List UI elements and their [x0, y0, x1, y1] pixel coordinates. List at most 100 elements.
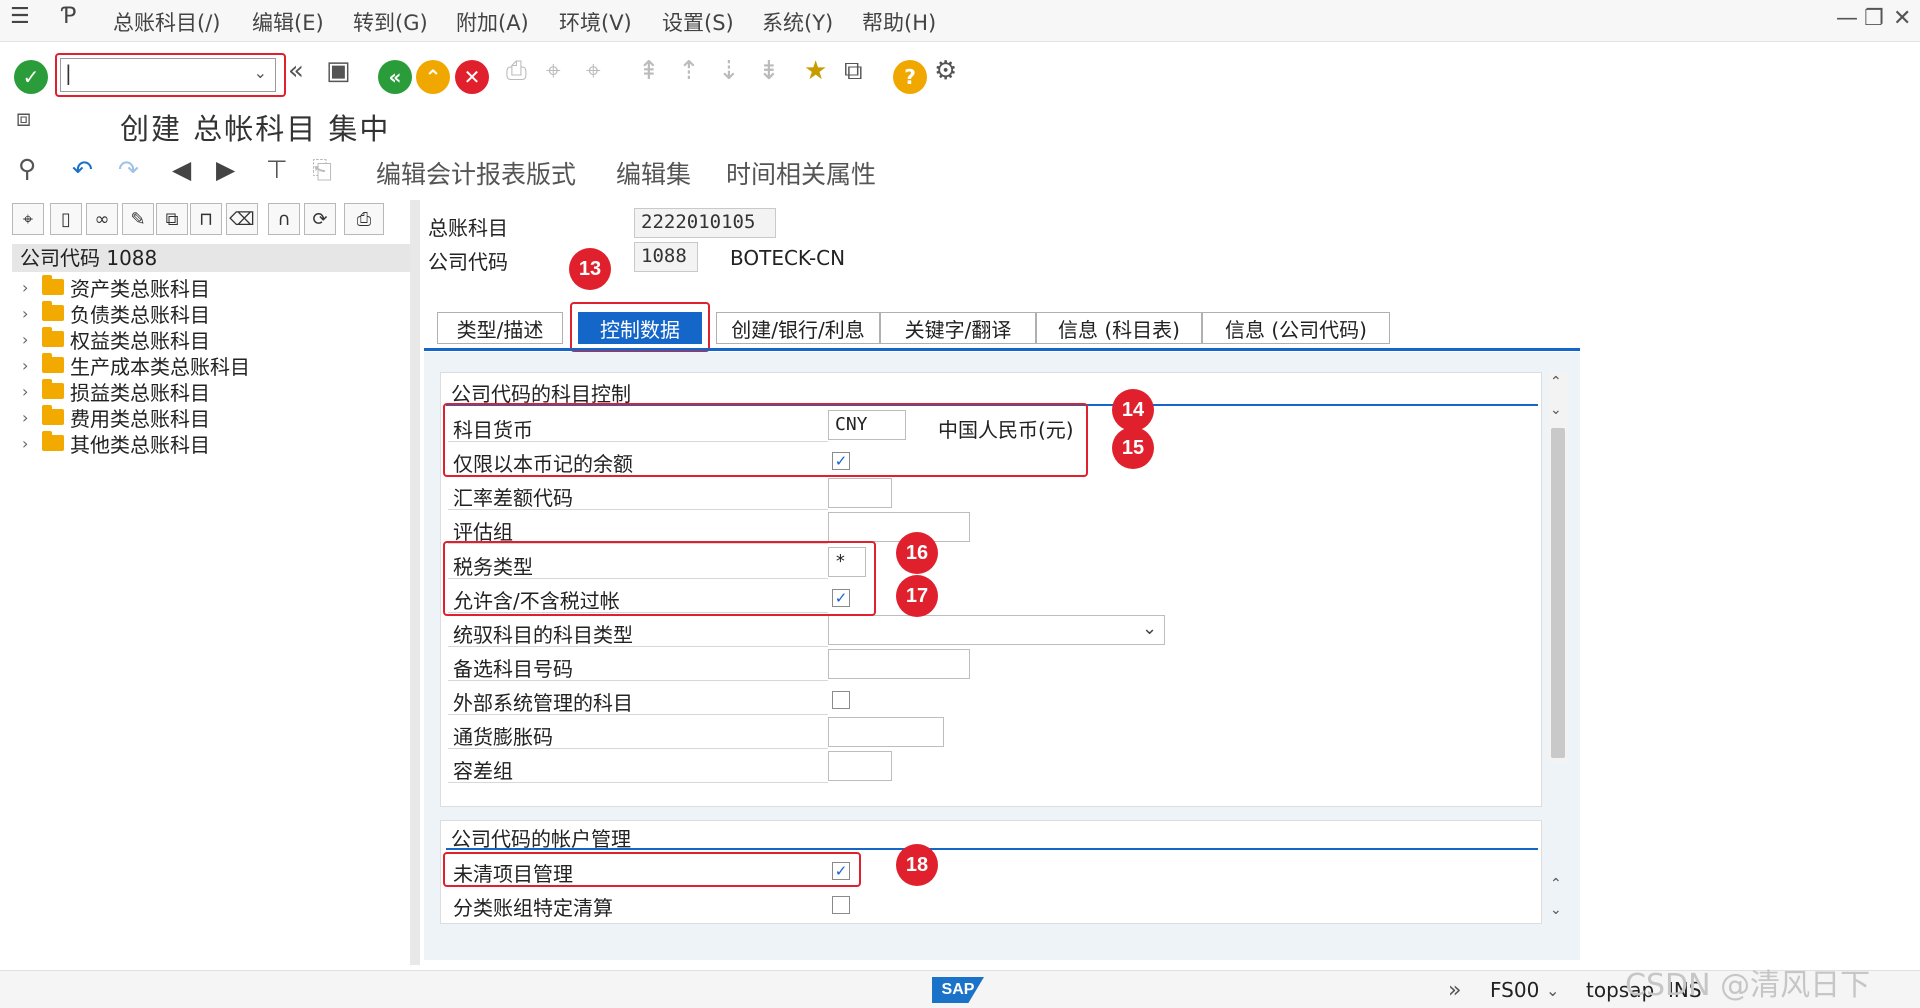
- tree-node[interactable]: › 资产类总账科目: [22, 274, 210, 301]
- last-page-icon[interactable]: ⇟: [758, 58, 780, 84]
- step-badge: 13: [569, 248, 611, 290]
- history-icon[interactable]: «: [288, 58, 304, 84]
- menu-toggle-icon[interactable]: ⧈: [16, 104, 31, 132]
- tree-node-label: 损益类总账科目: [70, 380, 210, 405]
- valuation-group-input[interactable]: [828, 512, 970, 542]
- row-divider: [448, 748, 828, 749]
- tree-node[interactable]: › 其他类总账科目: [22, 430, 210, 457]
- maximize-icon[interactable]: ❐: [1864, 6, 1884, 31]
- ledger-group-clearing-checkbox[interactable]: [832, 896, 850, 914]
- time-dependent-attributes-button[interactable]: 时间相关属性: [726, 155, 876, 191]
- find-icon[interactable]: ⌖: [546, 58, 561, 84]
- inflation-key-input[interactable]: [828, 717, 944, 747]
- tree-node[interactable]: › 费用类总账科目: [22, 404, 210, 431]
- customize-gear-icon[interactable]: ⚙: [934, 58, 957, 84]
- close-window-icon[interactable]: ✕: [1893, 6, 1911, 31]
- new-icon[interactable]: ▯: [50, 203, 82, 235]
- chevron-right-icon: ›: [22, 303, 29, 323]
- tab-info-company-code[interactable]: 信息 (公司代码): [1202, 312, 1390, 344]
- folder-icon: [42, 405, 64, 425]
- chevron-right-icon: ›: [22, 381, 29, 401]
- enter-check-icon[interactable]: ✓: [14, 60, 48, 94]
- print-menu-icon[interactable]: ⎙: [344, 203, 384, 235]
- sap-window: ☰ Ƥ 总账科目(/) 编辑(E) 转到(G) 附加(A) 环境(V) 设置(S…: [0, 0, 1920, 1008]
- external-system-checkbox[interactable]: [832, 691, 850, 709]
- tree-node-label: 负债类总账科目: [70, 302, 210, 327]
- menu-icon[interactable]: ☰: [10, 4, 30, 29]
- tab-keyword-translation[interactable]: 关键字/翻译: [880, 312, 1036, 344]
- back-icon[interactable]: «: [378, 60, 412, 94]
- menu-goto[interactable]: 转到(G): [353, 7, 428, 37]
- alternative-account-input[interactable]: [828, 649, 970, 679]
- chevron-down-icon[interactable]: ⌄: [1546, 981, 1559, 1000]
- help-icon[interactable]: ?: [893, 60, 927, 94]
- previous-page-icon[interactable]: ⇡: [678, 58, 700, 84]
- scroll-up-icon[interactable]: ⌃: [1550, 374, 1562, 390]
- menu-settings[interactable]: 设置(S): [662, 7, 734, 37]
- find-binoculars-icon[interactable]: ⌖: [12, 203, 44, 235]
- previous-icon[interactable]: ◀: [172, 155, 191, 184]
- scroll-up-icon[interactable]: ⌃: [1550, 876, 1562, 892]
- edit-fs-version-button[interactable]: 编辑会计报表版式: [376, 155, 576, 191]
- sap-p-icon[interactable]: Ƥ: [62, 4, 76, 29]
- display-glasses-icon[interactable]: ∞: [86, 203, 118, 235]
- exit-icon[interactable]: ⌃: [416, 60, 450, 94]
- recon-account-type-label: 统驭科目的科目类型: [453, 623, 633, 647]
- tree-node[interactable]: › 负债类总账科目: [22, 300, 210, 327]
- tab-info-chart-of-accounts[interactable]: 信息 (科目表): [1036, 312, 1202, 344]
- next-page-icon[interactable]: ⇣: [718, 58, 740, 84]
- redo-icon[interactable]: ↷: [118, 155, 139, 184]
- exchange-rate-diff-key-input[interactable]: [828, 478, 892, 508]
- scrollbar-thumb[interactable]: [1551, 428, 1565, 758]
- tab-create-bank-interest[interactable]: 创建/银行/利息: [716, 312, 880, 344]
- tolerance-group-input[interactable]: [828, 751, 892, 781]
- pane-splitter[interactable]: [410, 200, 420, 965]
- tree-node[interactable]: › 权益类总账科目: [22, 326, 210, 353]
- menu-system[interactable]: 系统(Y): [762, 7, 833, 37]
- scroll-down-icon[interactable]: ⌄: [1550, 902, 1562, 918]
- shortcut-icon[interactable]: ⧉: [844, 58, 863, 84]
- menu-edit[interactable]: 编辑(E): [252, 7, 324, 37]
- tree-node[interactable]: › 生产成本类总账科目: [22, 352, 250, 379]
- menu-bar: ☰ Ƥ 总账科目(/) 编辑(E) 转到(G) 附加(A) 环境(V) 设置(S…: [0, 0, 1920, 42]
- cancel-icon[interactable]: ✕: [455, 60, 489, 94]
- chevron-down-icon[interactable]: ⌄: [1142, 618, 1157, 639]
- document-icon[interactable]: ⎗: [312, 155, 332, 185]
- currency-highlight: [443, 403, 1088, 477]
- template-icon[interactable]: ⊤: [266, 155, 288, 184]
- save-icon[interactable]: ▣: [326, 58, 351, 84]
- exchange-rate-diff-key-label: 汇率差额代码: [453, 486, 573, 510]
- menu-gl-account[interactable]: 总账科目(/): [113, 7, 220, 37]
- change-display-icon[interactable]: ⚲: [18, 154, 36, 183]
- tree-node[interactable]: › 损益类总账科目: [22, 378, 210, 405]
- lock-icon[interactable]: ⊓: [190, 203, 222, 235]
- tab-type-description[interactable]: 类型/描述: [437, 312, 563, 344]
- minimize-icon[interactable]: —: [1836, 6, 1858, 31]
- tax-highlight: [443, 541, 876, 616]
- scroll-down-icon[interactable]: ⌄: [1550, 402, 1562, 418]
- chevron-right-icon: ›: [22, 329, 29, 349]
- copy-icon[interactable]: ⧉: [156, 203, 188, 235]
- page-title: 创建 总帐科目 集中: [120, 112, 391, 146]
- folder-icon: [42, 431, 64, 451]
- tolerance-group-label: 容差组: [453, 759, 513, 783]
- menu-environment[interactable]: 环境(V): [559, 7, 632, 37]
- tree-node-label: 费用类总账科目: [70, 406, 210, 431]
- undo-icon[interactable]: ↶: [72, 155, 93, 184]
- edit-set-button[interactable]: 编辑集: [616, 155, 691, 191]
- headset-icon[interactable]: ∩: [268, 203, 300, 235]
- first-page-icon[interactable]: ⇞: [638, 58, 660, 84]
- row-divider: [448, 680, 828, 681]
- print-icon[interactable]: ⎙: [506, 58, 527, 84]
- chevron-right-icon: ›: [22, 407, 29, 427]
- delete-trash-icon[interactable]: ⌫: [226, 203, 258, 235]
- menu-help[interactable]: 帮助(H): [862, 7, 936, 37]
- expand-status-icon[interactable]: »: [1448, 978, 1461, 1003]
- recon-account-type-select[interactable]: [828, 615, 1165, 645]
- find-next-icon[interactable]: ⌖: [586, 58, 601, 84]
- create-session-icon[interactable]: ★: [804, 58, 827, 84]
- next-icon[interactable]: ▶: [216, 155, 235, 184]
- menu-extras[interactable]: 附加(A): [456, 7, 529, 37]
- edit-pencil-icon[interactable]: ✎: [122, 203, 154, 235]
- refresh-icon[interactable]: ⟳: [304, 203, 336, 235]
